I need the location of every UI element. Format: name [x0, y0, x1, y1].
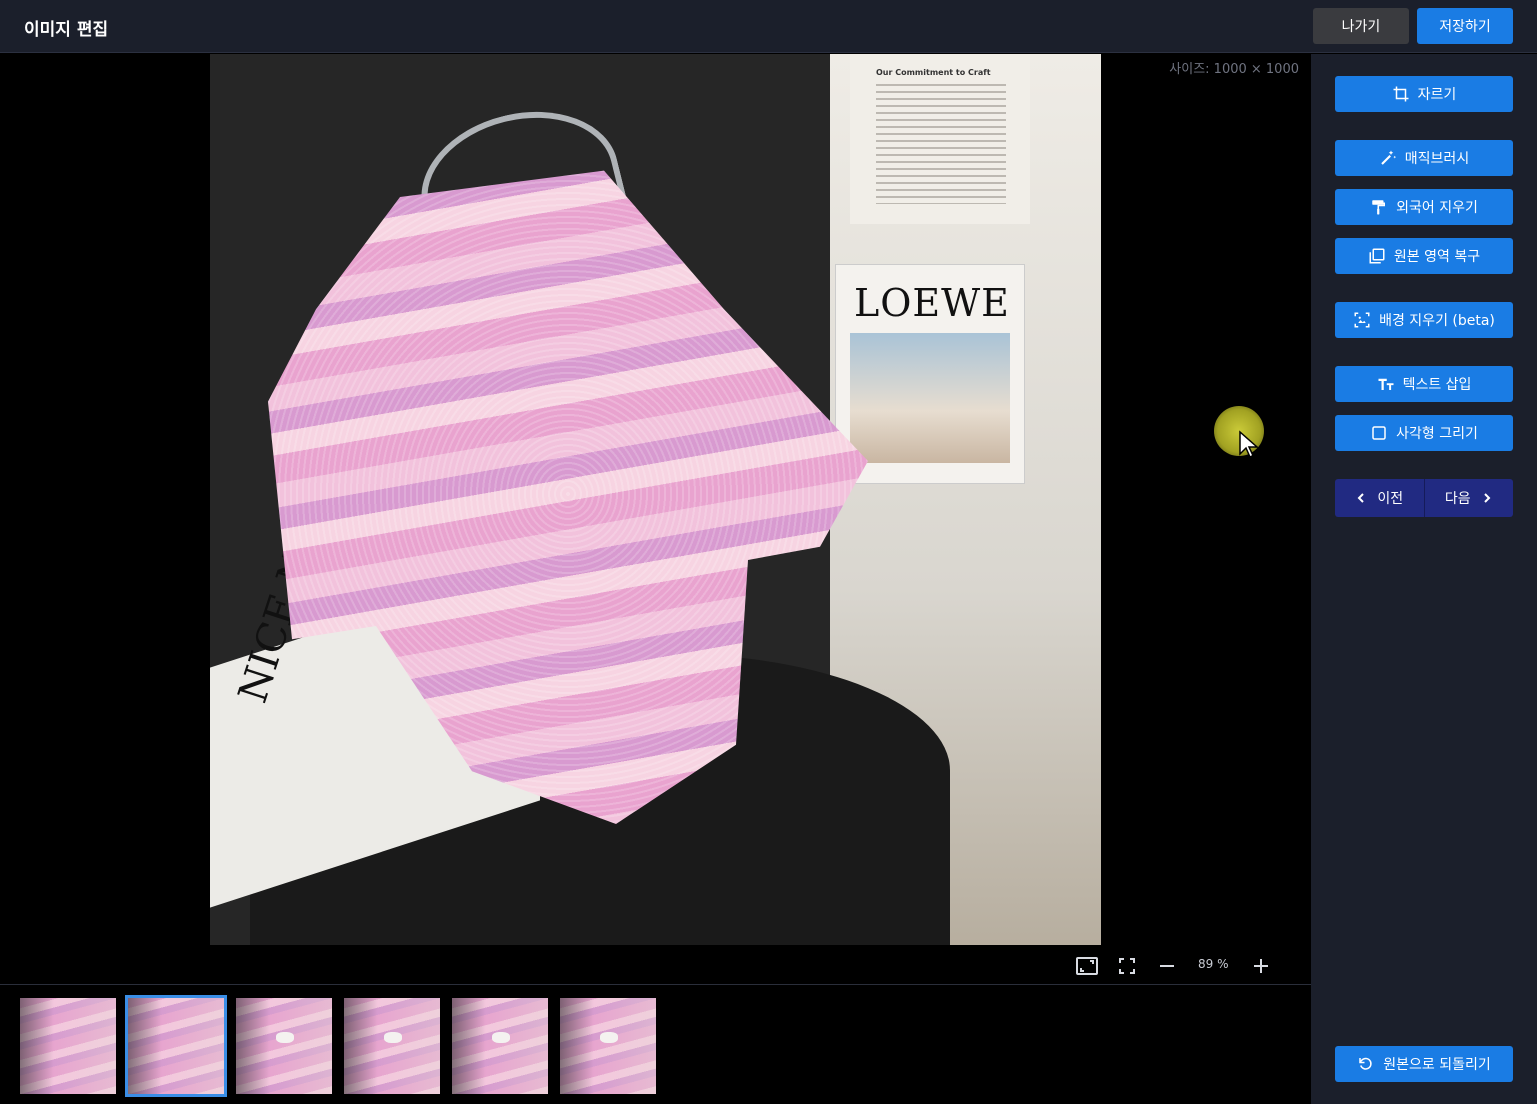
thumbnail-logo — [492, 1032, 510, 1043]
page-title: 이미지 편집 — [24, 20, 109, 40]
background-remove-icon — [1354, 312, 1370, 328]
remove-foreign-text-button[interactable]: 외국어 지우기 — [1335, 189, 1513, 225]
crop-button[interactable]: 자르기 — [1335, 76, 1513, 112]
top-bar: 이미지 편집 나가기 저장하기 — [0, 0, 1537, 53]
thumbnail-2[interactable] — [125, 995, 227, 1097]
revert-label: 원본으로 되돌리기 — [1383, 1057, 1491, 1073]
exit-button[interactable]: 나가기 — [1313, 8, 1409, 44]
chevron-left-icon — [1357, 493, 1365, 503]
thumbnail-4[interactable] — [344, 998, 440, 1094]
zoom-controls: 89 % — [1070, 954, 1280, 978]
insert-text-button[interactable]: 텍스트 삽입 — [1335, 366, 1513, 402]
paint-roller-icon — [1372, 200, 1386, 215]
draw-rectangle-button[interactable]: 사각형 그리기 — [1335, 415, 1513, 451]
draw-rectangle-label: 사각형 그리기 — [1396, 426, 1478, 442]
copy-layers-icon — [1369, 248, 1385, 264]
remove-background-button[interactable]: 배경 지우기 (beta) — [1335, 302, 1513, 338]
restore-original-area-label: 원본 영역 복구 — [1393, 249, 1481, 265]
remove-foreign-text-label: 외국어 지우기 — [1396, 200, 1478, 216]
magazine-image — [850, 333, 1010, 463]
remove-background-label: 배경 지우기 (beta) — [1379, 313, 1495, 329]
magic-wand-icon — [1381, 150, 1396, 165]
tool-panel: 자르기 매직브러시 외국어 지우기 원본 영역 복구 배경 지우기 (beta) — [1311, 54, 1537, 1104]
next-button[interactable]: 다음 — [1424, 479, 1513, 517]
thumbnail-logo — [384, 1032, 402, 1043]
text-size-icon — [1378, 378, 1394, 390]
thumbnail-3[interactable] — [236, 998, 332, 1094]
image-canvas[interactable]: Our Commitment to Craft LOEWE NICE NIKE … — [0, 54, 1311, 984]
image-size-label: 사이즈: 1000 × 1000 — [1169, 62, 1299, 77]
crop-label: 자르기 — [1417, 87, 1457, 103]
photo-magazine: LOEWE — [835, 264, 1025, 484]
zoom-level: 89 % — [1198, 957, 1229, 971]
zoom-in-icon[interactable] — [1249, 954, 1273, 978]
restore-original-area-button[interactable]: 원본 영역 복구 — [1335, 238, 1513, 274]
prev-button[interactable]: 이전 — [1335, 479, 1425, 517]
insert-text-label: 텍스트 삽입 — [1402, 377, 1472, 393]
save-button[interactable]: 저장하기 — [1417, 8, 1513, 44]
mouse-cursor-icon — [1239, 430, 1258, 459]
square-icon — [1372, 426, 1386, 440]
prev-label: 이전 — [1377, 491, 1404, 507]
zoom-out-icon[interactable] — [1155, 954, 1179, 978]
thumbnail-logo — [600, 1032, 618, 1043]
booklet-heading: Our Commitment to Craft — [876, 68, 991, 77]
image-navigation: 이전 다음 — [1335, 479, 1513, 517]
magic-brush-label: 매직브러시 — [1404, 151, 1470, 167]
product-photo[interactable]: Our Commitment to Craft LOEWE NICE NIKE … — [210, 54, 1101, 945]
fit-screen-icon[interactable] — [1075, 954, 1099, 978]
thumbnail-logo — [276, 1032, 294, 1043]
magic-brush-button[interactable]: 매직브러시 — [1335, 140, 1513, 176]
chevron-right-icon — [1483, 493, 1491, 503]
booklet-text-lines — [876, 84, 1006, 204]
magazine-title: LOEWE — [854, 281, 1010, 325]
thumbnail-1[interactable] — [20, 998, 116, 1094]
thumbnail-strip — [0, 985, 1311, 1104]
next-label: 다음 — [1444, 491, 1471, 507]
thumbnail-5[interactable] — [452, 998, 548, 1094]
thumbnail-6[interactable] — [560, 998, 656, 1094]
fullscreen-icon[interactable] — [1115, 954, 1139, 978]
crop-icon — [1393, 86, 1409, 102]
revert-to-original-button[interactable]: 원본으로 되돌리기 — [1335, 1046, 1513, 1082]
photo-booklet: Our Commitment to Craft — [850, 54, 1030, 224]
undo-rotate-icon — [1359, 1057, 1372, 1070]
